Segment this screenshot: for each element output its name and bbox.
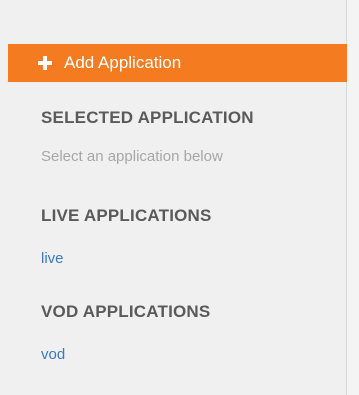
add-application-button[interactable]: Add Application <box>8 44 347 82</box>
vod-applications-heading: VOD APPLICATIONS <box>41 302 211 321</box>
plus-icon <box>38 56 52 70</box>
vod-application-link[interactable]: vod <box>41 346 65 363</box>
live-application-link[interactable]: live <box>41 250 64 267</box>
selected-application-hint: Select an application below <box>41 148 223 165</box>
live-applications-heading: LIVE APPLICATIONS <box>41 206 212 225</box>
applications-sidebar: Add Application SELECTED APPLICATION Sel… <box>0 0 347 395</box>
selected-application-heading: SELECTED APPLICATION <box>41 108 254 127</box>
add-application-label: Add Application <box>64 53 182 72</box>
